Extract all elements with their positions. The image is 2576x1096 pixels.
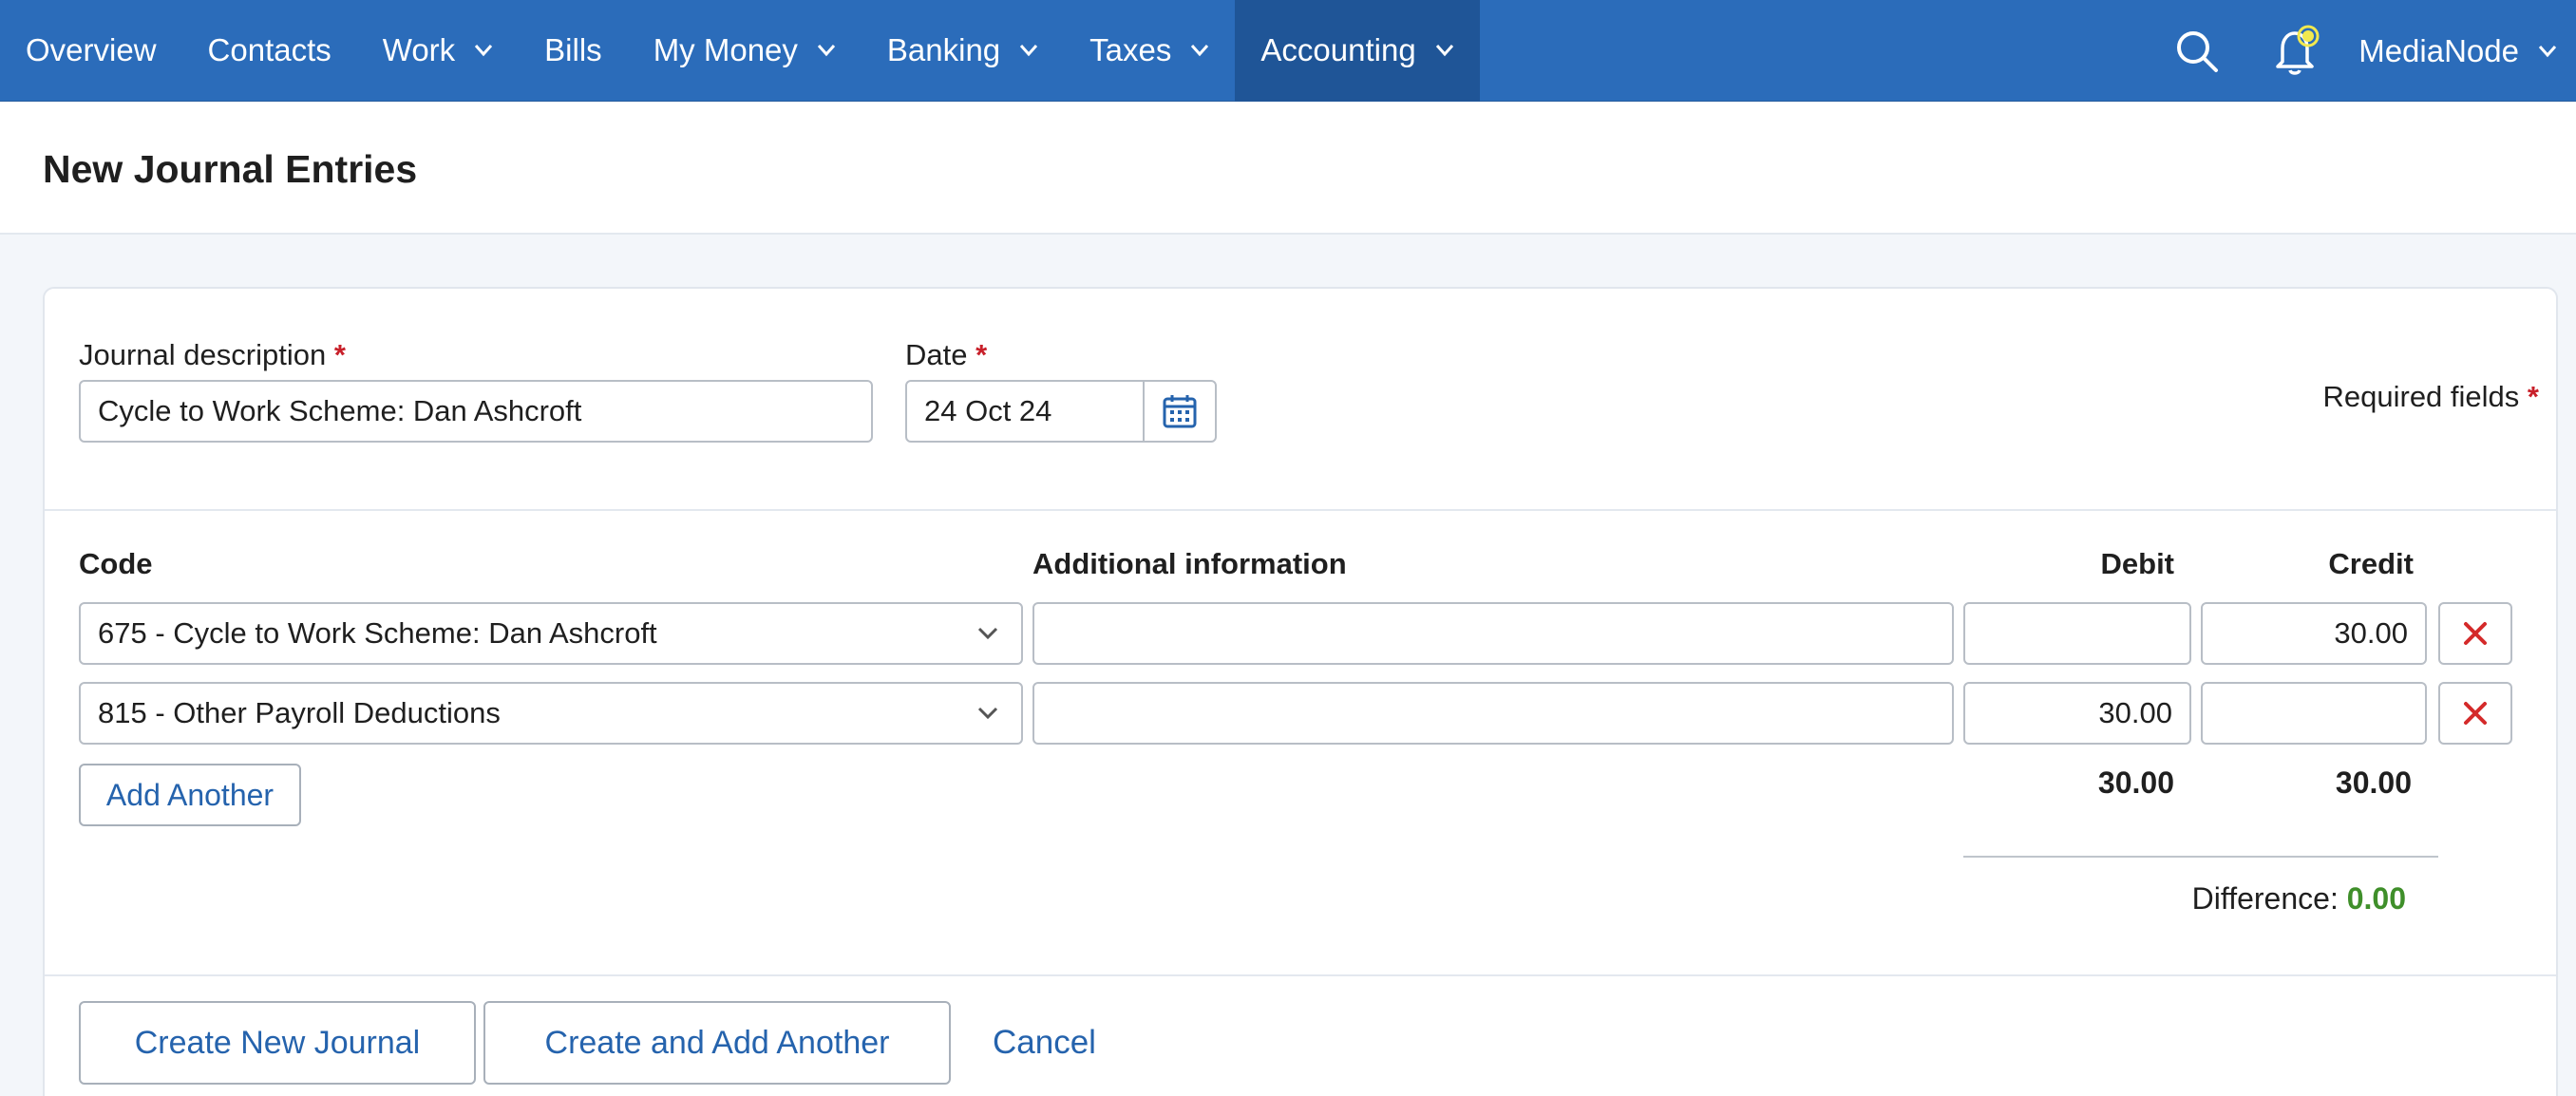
additional-info-input-row-1[interactable] [1032,602,1954,665]
nav-right-group: MediaNode [2170,0,2576,102]
chevron-down-icon [977,627,998,640]
debit-input-row-1[interactable] [1963,602,2191,665]
difference-row: Difference: 0.00 [2192,881,2406,916]
add-another-button[interactable]: Add Another [79,764,301,826]
credit-input-row-1[interactable]: 30.00 [2201,602,2427,665]
description-label: Journal description [79,338,327,371]
cancel-link[interactable]: Cancel [993,1024,1096,1062]
create-and-add-another-button[interactable]: Create and Add Another [483,1001,951,1085]
calendar-button[interactable] [1143,380,1217,443]
required-fields-note: Required fields * [2323,380,2540,414]
nav-overview[interactable]: Overview [0,0,182,102]
nav-label: My Money [653,32,798,67]
code-select-value: 815 - Other Payroll Deductions [98,696,501,729]
section-divider [45,509,2556,511]
column-header-code: Code [79,547,153,580]
close-icon [2464,622,2487,645]
difference-label: Difference: [2191,881,2339,916]
close-icon [2464,702,2487,725]
code-select-row-1[interactable]: 675 - Cycle to Work Scheme: Dan Ashcroft [79,602,1023,665]
search-icon[interactable] [2170,25,2224,78]
column-header-additional-info: Additional information [1032,547,1347,580]
page-title: New Journal Entries [43,147,418,191]
bell-icon[interactable] [2269,25,2322,78]
nav-label: Banking [886,32,1001,67]
page-header: New Journal Entries [0,102,2576,235]
difference-value: 0.00 [2346,881,2406,916]
nav-work[interactable]: Work [357,0,519,102]
nav-banking[interactable]: Banking [862,0,1064,102]
chevron-down-icon [2538,45,2557,57]
nav-contacts[interactable]: Contacts [182,0,357,102]
nav-taxes[interactable]: Taxes [1064,0,1235,102]
journal-form-card: Journal description * Cycle to Work Sche… [43,287,2558,1096]
journal-description-input[interactable]: Cycle to Work Scheme: Dan Ashcroft [79,380,873,443]
nav-label: Taxes [1089,32,1172,67]
chevron-down-icon [1191,45,1209,57]
code-select-value: 675 - Cycle to Work Scheme: Dan Ashcroft [98,616,657,650]
calendar-icon [1163,395,1197,428]
nav-label: Overview [26,32,157,67]
nav-bills[interactable]: Bills [519,0,628,102]
chevron-down-icon [977,707,998,720]
required-marker: * [333,338,346,371]
description-label-wrap: Journal description * [79,338,346,372]
credit-input-row-2[interactable] [2201,682,2427,745]
debit-input-row-2[interactable]: 30.00 [1963,682,2191,745]
create-new-journal-button[interactable]: Create New Journal [79,1001,476,1085]
totals-divider [1963,856,2438,858]
user-name: MediaNode [2358,32,2519,68]
required-marker: * [975,338,988,371]
delete-row-2-button[interactable] [2438,682,2512,745]
code-select-row-2[interactable]: 815 - Other Payroll Deductions [79,682,1023,745]
credit-value: 30.00 [2334,616,2408,650]
user-menu[interactable]: MediaNode [2322,33,2576,69]
date-value: 24 Oct 24 [924,394,1052,427]
top-navigation-bar: Overview Contacts Work Bills My Money Ba… [0,0,2576,102]
nav-label: Work [382,32,456,67]
required-marker: * [2527,380,2539,413]
nav-label: Accounting [1260,32,1416,67]
debit-value: 30.00 [2098,696,2172,729]
nav-label: Bills [544,32,602,67]
section-divider [45,974,2556,976]
required-fields-label: Required fields [2322,380,2520,413]
column-header-debit: Debit [2100,547,2175,580]
date-label: Date [905,338,968,371]
date-label-wrap: Date * [905,338,987,372]
chevron-down-icon [1020,45,1038,57]
column-header-credit: Credit [2328,547,2414,580]
chevron-down-icon [817,45,836,57]
date-input[interactable]: 24 Oct 24 [905,380,1145,443]
nav-label: Contacts [207,32,331,67]
delete-row-1-button[interactable] [2438,602,2512,665]
nav-accounting[interactable]: Accounting [1235,0,1480,102]
total-debit: 30.00 [2097,765,2174,800]
journal-description-value: Cycle to Work Scheme: Dan Ashcroft [98,394,582,427]
chevron-down-icon [475,45,493,57]
total-credit: 30.00 [2335,765,2412,800]
chevron-down-icon [1435,45,1453,57]
additional-info-input-row-2[interactable] [1032,682,1954,745]
nav-my-money[interactable]: My Money [628,0,862,102]
